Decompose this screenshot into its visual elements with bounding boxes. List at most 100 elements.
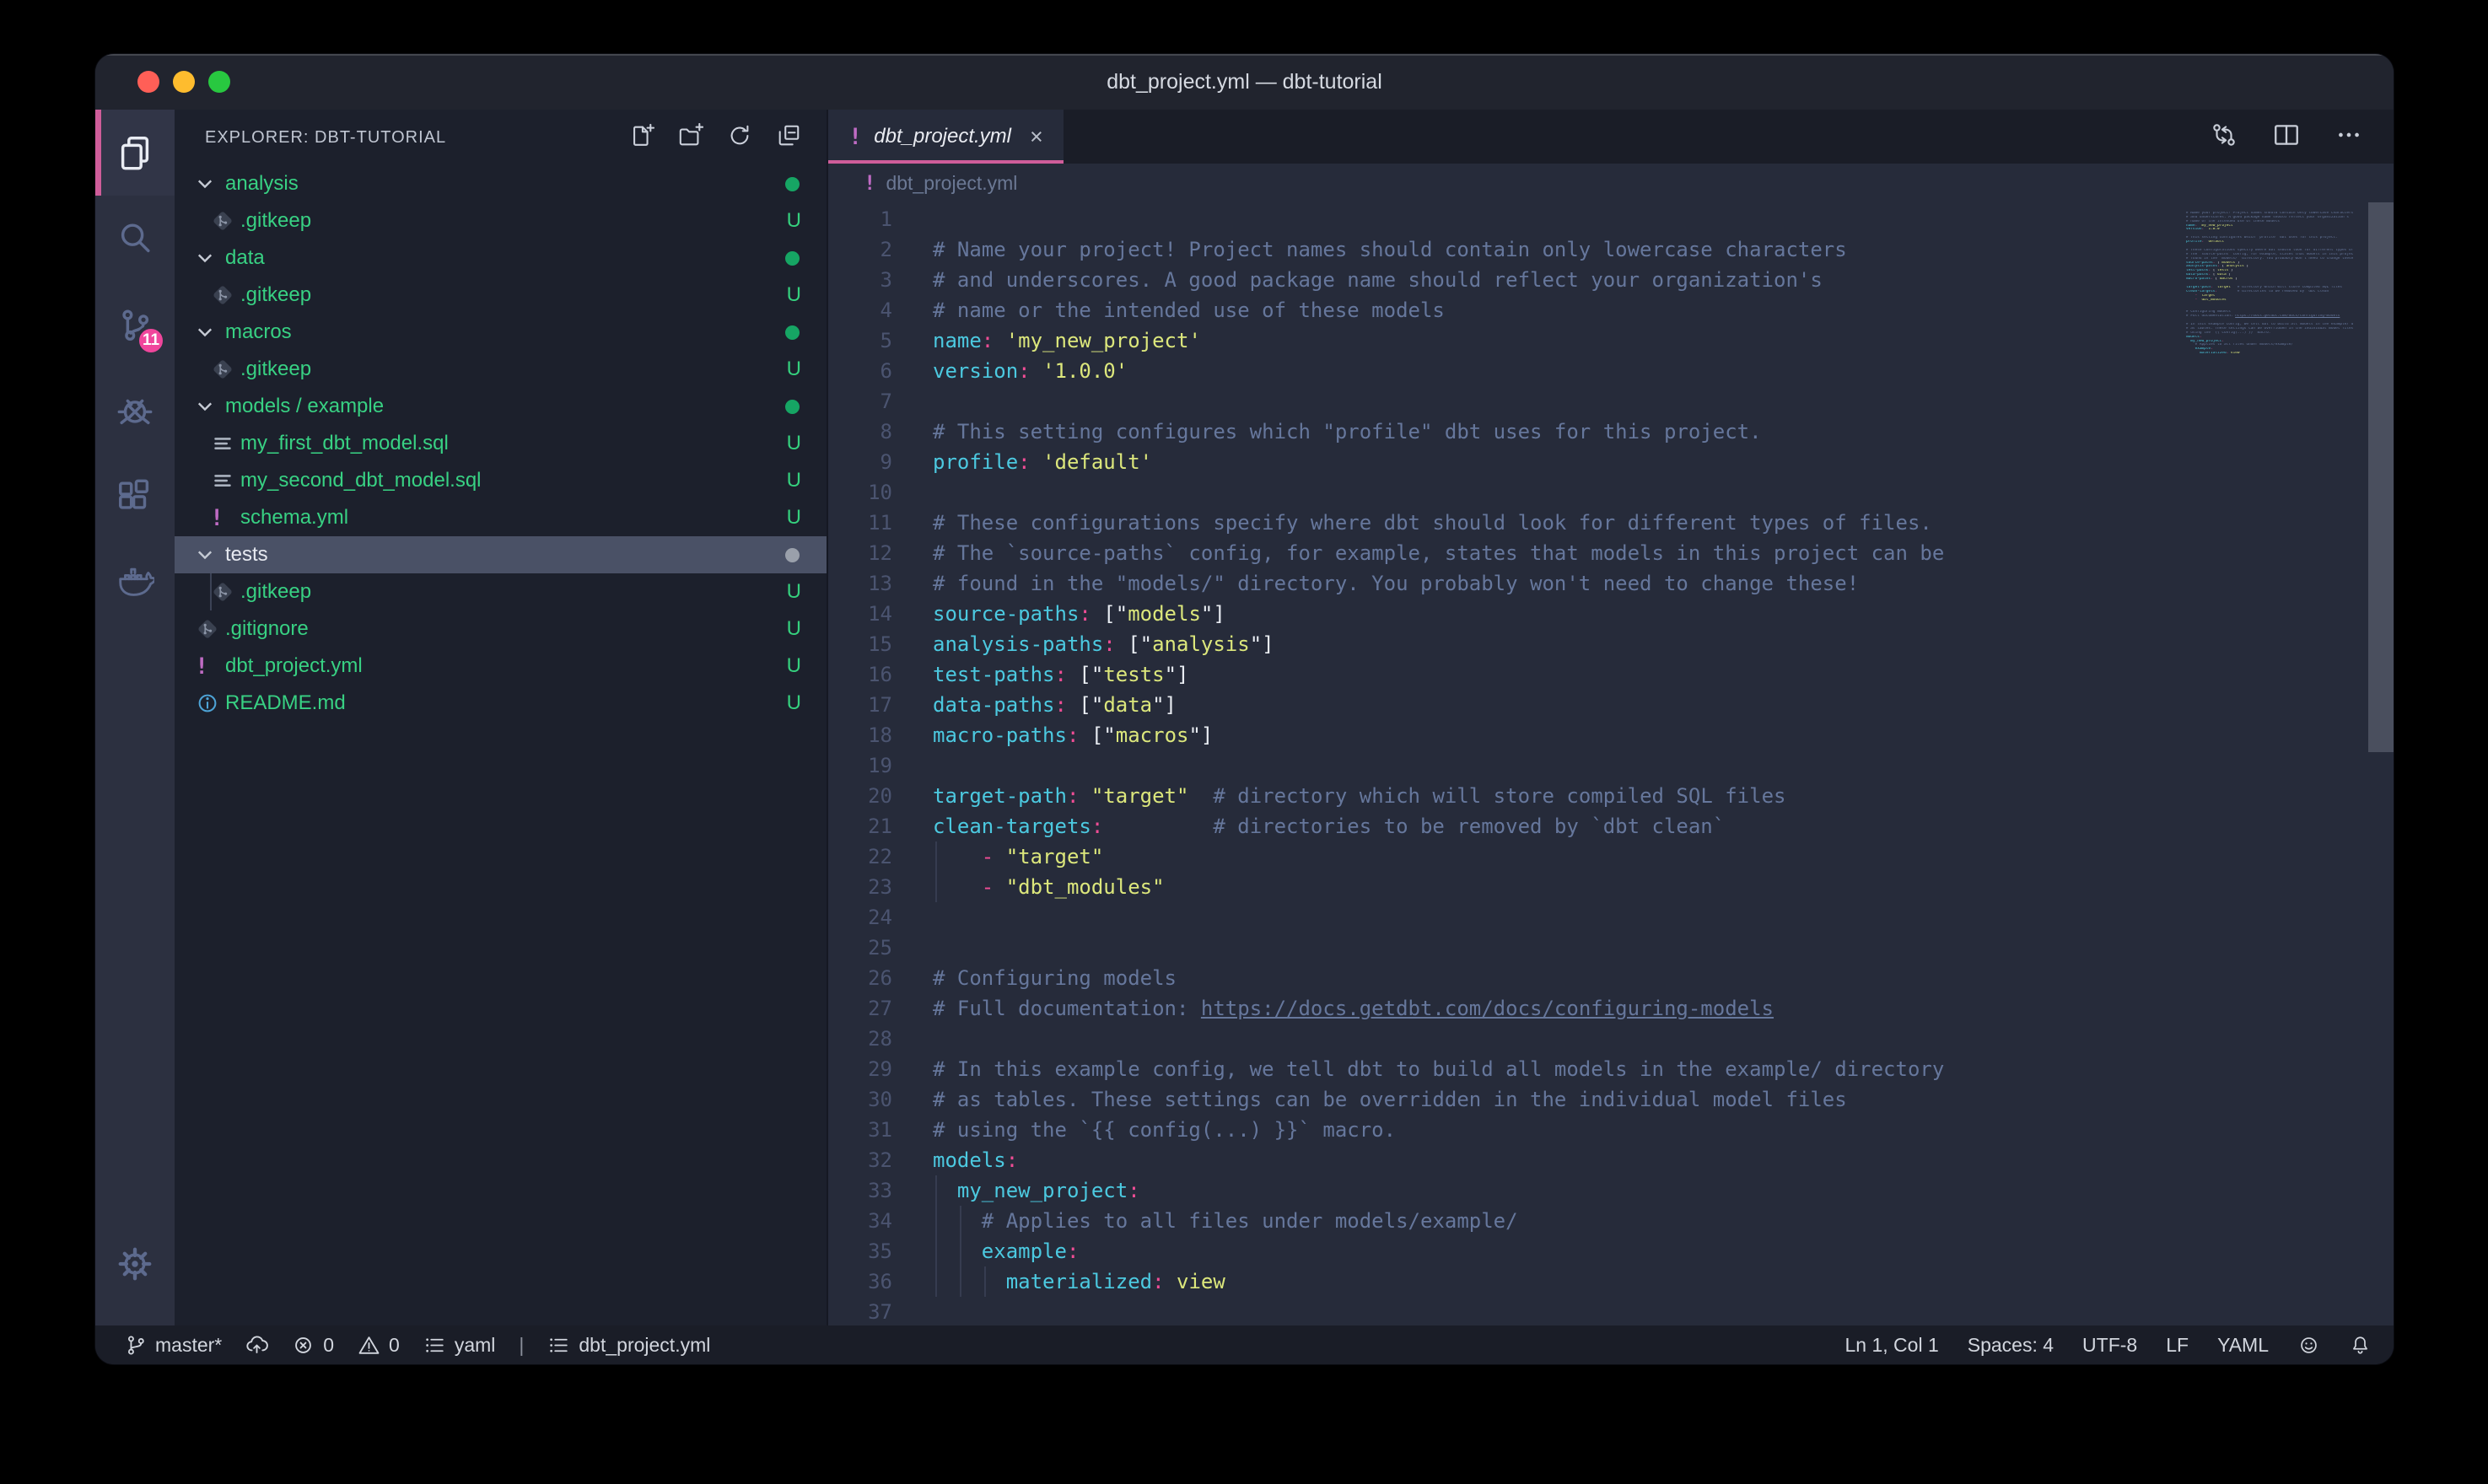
new-folder-button[interactable]	[678, 123, 703, 153]
status-language-mode[interactable]: YAML	[2217, 1334, 2269, 1357]
editor-scrollbar[interactable]	[2368, 202, 2394, 752]
status-indentation[interactable]: Spaces: 4	[1968, 1334, 2054, 1357]
status-encoding[interactable]: UTF-8	[2082, 1334, 2137, 1357]
tree-file-my-second-dbt-model-sql[interactable]: my_second_dbt_model.sqlU	[175, 462, 827, 499]
tree-file-gitkeep[interactable]: .gitkeepU	[175, 202, 827, 239]
code-line-11[interactable]: 11# These configurations specify where d…	[828, 508, 2394, 538]
line-number: 4	[828, 295, 913, 325]
tree-file-my-first-dbt-model-sql[interactable]: my_first_dbt_model.sqlU	[175, 425, 827, 462]
code-line-27[interactable]: 27# Full documentation: https://docs.get…	[828, 993, 2394, 1024]
breadcrumb[interactable]: ! dbt_project.yml	[828, 164, 2394, 202]
code-line-16[interactable]: 16test-paths: ["tests"]	[828, 659, 2394, 690]
status-cursor-position[interactable]: Ln 1, Col 1	[1845, 1334, 1939, 1357]
code-line-33[interactable]: 33 my_new_project:	[828, 1175, 2394, 1206]
code-line-20[interactable]: 20target-path: "target" # directory whic…	[828, 781, 2394, 811]
code-line-25[interactable]: 25	[828, 933, 2394, 963]
status-yaml-outline[interactable]: yaml	[423, 1334, 496, 1357]
code-line-13[interactable]: 13# found in the "models/" directory. Yo…	[828, 568, 2394, 599]
code-line-14[interactable]: 14source-paths: ["models"]	[828, 599, 2394, 629]
code-line-29[interactable]: 29# In this example config, we tell dbt …	[828, 1054, 2394, 1084]
tree-folder-analysis[interactable]: analysis	[175, 165, 827, 202]
minimize-window-button[interactable]	[173, 71, 195, 93]
minimap[interactable]: # Name your project! Project names shoul…	[2186, 207, 2353, 360]
tree-folder-data[interactable]: data	[175, 239, 827, 277]
activity-explorer[interactable]	[95, 110, 175, 196]
status-publish-changes[interactable]	[245, 1334, 268, 1357]
tree-folder-models-example[interactable]: models / example	[175, 388, 827, 425]
code-line-6[interactable]: 6version: '1.0.0'	[828, 356, 2394, 386]
tab-dbt-project-yml[interactable]: ! dbt_project.yml ×	[828, 110, 1064, 164]
code-line-17[interactable]: 17data-paths: ["data"]	[828, 690, 2394, 720]
code-line-26[interactable]: 26# Configuring models	[828, 963, 2394, 993]
tree-file-dbt-project-yml[interactable]: !dbt_project.ymlU	[175, 648, 827, 685]
code-line-37[interactable]: 37	[828, 1297, 2394, 1325]
tree-file-gitkeep[interactable]: .gitkeepU	[175, 573, 827, 610]
split-editor-button[interactable]	[2272, 121, 2301, 153]
code-line-19[interactable]: 19	[828, 750, 2394, 781]
code-line-7[interactable]: 7	[828, 386, 2394, 417]
code-line-34[interactable]: 34 # Applies to all files under models/e…	[828, 1206, 2394, 1236]
tree-file-readme-md[interactable]: README.mdU	[175, 685, 827, 722]
code-line-18[interactable]: 18macro-paths: ["macros"]	[828, 720, 2394, 750]
activity-docker[interactable]	[95, 540, 175, 626]
code-line-21[interactable]: 21clean-targets: # directories to be rem…	[828, 811, 2394, 841]
status-git-branch[interactable]: master*	[124, 1334, 222, 1357]
status-label: dbt_project.yml	[579, 1334, 710, 1357]
code-line-4[interactable]: 4# name or the intended use of these mod…	[828, 295, 2394, 325]
status-warning-count[interactable]: 0	[358, 1334, 400, 1357]
indent-guide	[935, 872, 937, 902]
tree-file-gitignore[interactable]: .gitignoreU	[175, 610, 827, 648]
code-line-35[interactable]: 35 example:	[828, 1236, 2394, 1266]
activity-manage[interactable]	[95, 1221, 175, 1307]
collapse-all-icon	[776, 123, 801, 148]
tree-file-gitkeep[interactable]: .gitkeepU	[175, 351, 827, 388]
zoom-window-button[interactable]	[208, 71, 230, 93]
code-line-10[interactable]: 10	[828, 477, 2394, 508]
code-line-24[interactable]: 24	[828, 902, 2394, 933]
new-file-button[interactable]	[629, 123, 654, 153]
status-label: master*	[155, 1334, 222, 1357]
tree-item-label: tests	[225, 543, 268, 567]
status-label: yaml	[455, 1334, 496, 1357]
line-number: 5	[828, 325, 913, 356]
code-line-28[interactable]: 28	[828, 1024, 2394, 1054]
activity-source-control[interactable]: 11	[95, 282, 175, 368]
activity-search[interactable]	[95, 196, 175, 282]
tree-folder-tests[interactable]: tests	[175, 536, 827, 573]
status-active-file-outline[interactable]: dbt_project.yml	[547, 1334, 710, 1357]
code-editor[interactable]: 12# Name your project! Project names sho…	[828, 202, 2394, 1325]
code-line-12[interactable]: 12# The `source-paths` config, for examp…	[828, 538, 2394, 568]
status-notifications[interactable]	[2349, 1334, 2372, 1357]
tree-item-label: analysis	[225, 172, 299, 196]
code-line-36[interactable]: 36 materialized: view	[828, 1266, 2394, 1297]
code-line-2[interactable]: 2# Name your project! Project names shou…	[828, 234, 2394, 265]
collapse-folders-button[interactable]	[776, 123, 801, 153]
activity-extensions[interactable]	[95, 454, 175, 540]
code-line-23[interactable]: 23 - "dbt_modules"	[828, 872, 2394, 902]
traffic-lights	[137, 71, 230, 93]
code-line-30[interactable]: 30# as tables. These settings can be ove…	[828, 1084, 2394, 1115]
status-feedback[interactable]	[2297, 1334, 2320, 1357]
code-line-5[interactable]: 5name: 'my_new_project'	[828, 325, 2394, 356]
more-actions-button[interactable]	[2335, 121, 2363, 153]
code-line-32[interactable]: 32models:	[828, 1145, 2394, 1175]
status-error-count[interactable]: 0	[292, 1334, 334, 1357]
activity-run-debug[interactable]	[95, 368, 175, 454]
tree-file-gitkeep[interactable]: .gitkeepU	[175, 277, 827, 314]
tree-file-schema-yml[interactable]: !schema.ymlU	[175, 499, 827, 536]
status-eol-sequence[interactable]: LF	[2166, 1334, 2189, 1357]
code-line-22[interactable]: 22 - "target"	[828, 841, 2394, 872]
code-line-31[interactable]: 31# using the `{{ config(...) }}` macro.	[828, 1115, 2394, 1145]
more-icon	[2335, 121, 2363, 149]
code-line-3[interactable]: 3# and underscores. A good package name …	[828, 265, 2394, 295]
refresh-explorer-button[interactable]	[727, 123, 752, 153]
close-tab-icon[interactable]: ×	[1030, 124, 1043, 150]
code-line-8[interactable]: 8# This setting configures which "profil…	[828, 417, 2394, 447]
code-line-15[interactable]: 15analysis-paths: ["analysis"]	[828, 629, 2394, 659]
code-line-1[interactable]: 1	[828, 204, 2394, 234]
code-line-9[interactable]: 9profile: 'default'	[828, 447, 2394, 477]
tree-folder-macros[interactable]: macros	[175, 314, 827, 351]
git-untracked-badge: U	[787, 617, 801, 641]
open-changes-button[interactable]	[2210, 121, 2238, 153]
close-window-button[interactable]	[137, 71, 159, 93]
